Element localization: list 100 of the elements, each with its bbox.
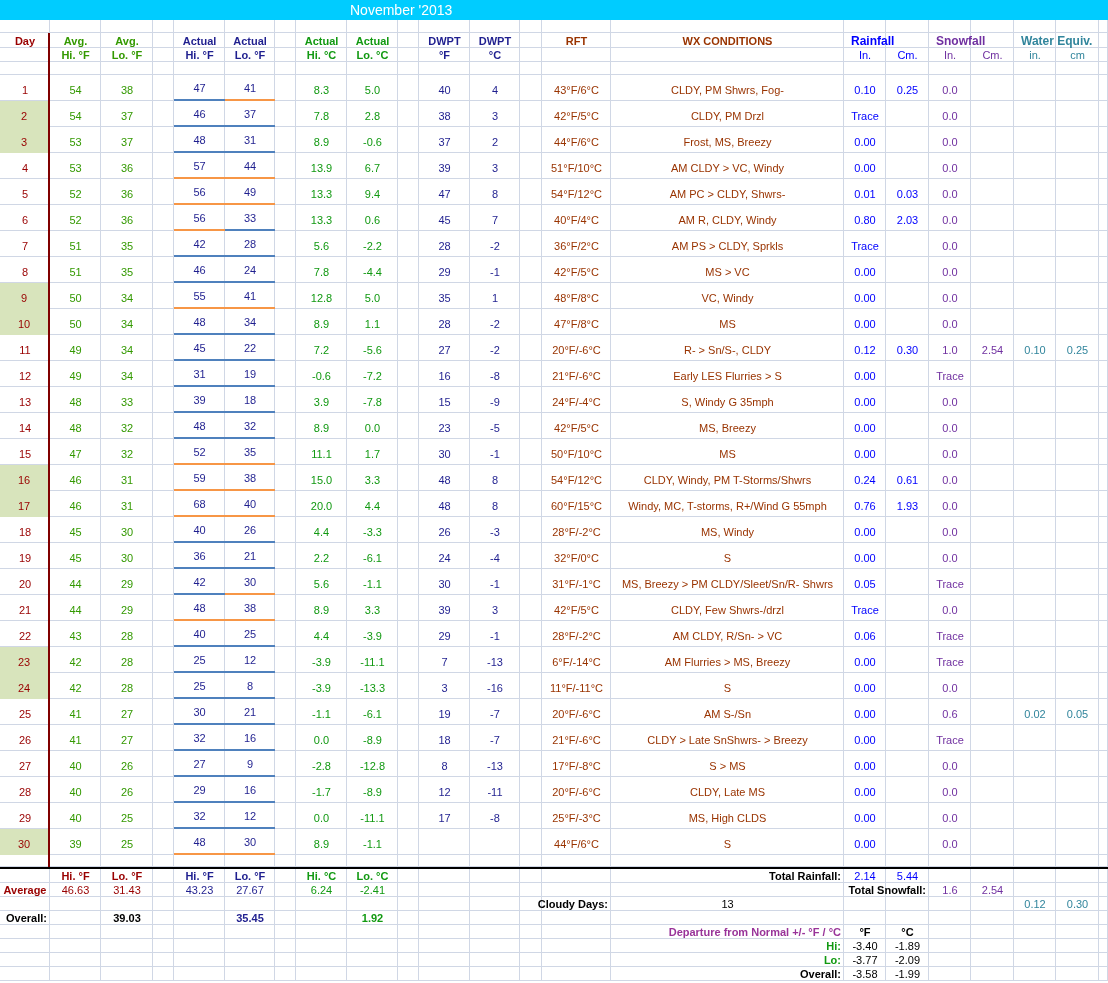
table-cell-text: -3.3 — [362, 525, 383, 540]
table-cell-text: -1.7 — [311, 785, 332, 800]
table-cell-text: 8.9 — [312, 421, 331, 436]
table-cell-text: 1 — [490, 291, 500, 306]
table-cell-text: S > MS — [708, 759, 747, 774]
table-cell-text: 32°F/0°C — [553, 551, 600, 566]
table-cell-text: 31 — [119, 499, 135, 514]
table-cell-text: 42°F/5°C — [553, 603, 600, 618]
table-cell-text: 27.67 — [235, 883, 265, 897]
table-cell-text: 0.10 — [1023, 343, 1047, 358]
table-cell-text: MS, Breezy — [698, 421, 757, 436]
column-header: in. — [1028, 48, 1042, 62]
table-cell-text: 5.0 — [363, 291, 382, 306]
table-cell-text: 26 — [119, 785, 135, 800]
table-cell-text: 7 — [20, 239, 30, 254]
table-cell-text: AM Flurries > MS, Breezy — [663, 655, 792, 670]
table-cell-text: 0.00 — [853, 525, 877, 540]
table-cell-text: 1 — [20, 83, 30, 98]
table-cell-text: 31°F/-1°C — [551, 577, 602, 592]
table-cell-text: -3.77 — [851, 953, 879, 967]
column-header: Avg. — [62, 33, 89, 48]
sheet-title: November '2013 — [0, 0, 1108, 20]
table-cell-text: 8.9 — [312, 603, 331, 618]
table-cell-text: 51 — [68, 239, 83, 254]
table-cell-text: 30 — [437, 447, 452, 462]
table-cell-text: 20°F/-6°C — [551, 343, 602, 358]
table-cell-text: 30 — [437, 577, 452, 592]
table-cell-text: -1.89 — [893, 939, 922, 953]
table-cell-text: 0.00 — [853, 421, 877, 436]
column-header: Lo. °F — [233, 869, 267, 883]
table-cell-text: S — [722, 551, 733, 566]
table-cell-text: 0.0 — [941, 109, 959, 124]
table-cell-text: 32 — [119, 421, 135, 436]
table-cell-text: 0.0 — [941, 83, 959, 98]
table-cell-text: 38 — [437, 109, 452, 124]
table-cell-text: -2 — [489, 343, 501, 358]
table-cell-text: 31.43 — [112, 883, 142, 897]
table-cell-text: 7 — [490, 213, 500, 228]
table-cell-text: 0.25 — [1065, 343, 1090, 358]
table-cell-text: 6.24 — [309, 883, 334, 897]
table-cell-text: 8.9 — [312, 317, 331, 332]
table-cell-text: Hi: — [825, 939, 842, 953]
table-cell-text: 8 — [490, 499, 500, 514]
table-cell-text: 0.00 — [853, 369, 877, 384]
table-cell-text: 11 — [18, 343, 32, 358]
table-cell-text: 3 — [490, 161, 500, 176]
table-cell-text: Windy, MC, T-storms, R+/Wind G 55mph — [627, 499, 828, 514]
table-cell-text: 1.7 — [363, 447, 382, 462]
table-cell-text: 20 — [17, 577, 33, 592]
table-cell-text: 1.92 — [360, 911, 385, 925]
table-cell-text: -5 — [489, 421, 501, 436]
table-cell: 10 — [0, 309, 48, 335]
table-cell-text: Lo: — [822, 953, 842, 967]
table-cell-text: -16 — [486, 681, 504, 696]
table-cell: 16 — [0, 465, 48, 491]
table-cell-text: 0.6 — [941, 707, 959, 722]
table-cell-text: 44°F/6°C — [553, 837, 600, 852]
table-cell-text: 34 — [119, 291, 135, 306]
table-cell-text: 43°F/6°C — [553, 83, 600, 98]
table-cell-text: 13.9 — [309, 161, 334, 176]
table-cell-text: 40 — [68, 811, 83, 826]
table-cell-text: 3 — [440, 681, 449, 696]
table-cell-text: 0.02 — [1023, 707, 1047, 722]
table-cell-text: 30 — [119, 551, 135, 566]
table-cell-text: 27 — [17, 759, 33, 774]
table-cell-text: Early LES Flurries > S — [672, 369, 783, 384]
table-cell-text: AM CLDY, R/Sn- > VC — [671, 629, 784, 644]
table-cell-text: 0.0 — [363, 421, 382, 436]
table-cell-text: AM PC > CLDY, Shwrs- — [668, 187, 787, 202]
table-cell-text: 0.0 — [941, 473, 959, 488]
table-cell-text: 28 — [17, 785, 33, 800]
table-cell-text: Total Rainfall: — [768, 869, 842, 883]
table-cell-text: 0.00 — [853, 161, 877, 176]
table-cell-text: 34 — [119, 343, 135, 358]
table-cell-text: -7 — [489, 733, 501, 748]
table-cell-text: 0.0 — [941, 525, 959, 540]
table-cell-text: 0.00 — [853, 811, 877, 826]
table-cell-text: Trace — [850, 603, 880, 618]
table-cell-text: 29 — [119, 603, 135, 618]
table-cell-text: 0.0 — [941, 421, 959, 436]
table-cell-text: -3.40 — [851, 939, 879, 953]
table-cell-text: 29 — [17, 811, 33, 826]
table-cell-text: 13 — [720, 897, 735, 911]
table-cell-text: -3.9 — [311, 681, 332, 696]
table-cell-text: 48°F/8°C — [553, 291, 600, 306]
table-cell-text: 0.00 — [853, 395, 877, 410]
table-cell-text: Average — [2, 883, 48, 897]
table-cell-text: 46 — [68, 499, 83, 514]
table-cell-text: 16 — [437, 369, 452, 384]
table-cell-text: 15 — [17, 447, 33, 462]
table-cell-text: 37 — [119, 135, 135, 150]
table-cell-text: 44 — [68, 577, 83, 592]
table-cell-text: -3.58 — [851, 967, 879, 981]
table-cell-text: -2.09 — [893, 953, 922, 967]
table-cell-text: 3.3 — [363, 603, 382, 618]
table-cell-text: 0.0 — [941, 837, 959, 852]
table-cell-text: 4.4 — [363, 499, 382, 514]
column-header: °F — [858, 925, 872, 939]
table-cell-text: 0.00 — [853, 265, 877, 280]
column-header: Rainfall — [850, 33, 896, 48]
